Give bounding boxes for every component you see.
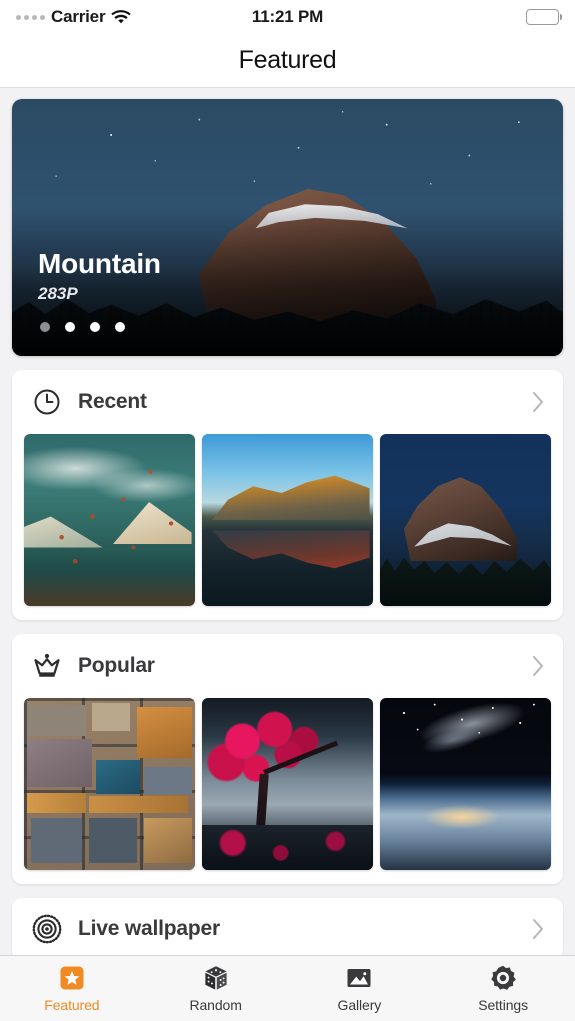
- gear-icon: [491, 965, 517, 990]
- tab-bar: Featured Random Gallery Settings: [0, 955, 575, 1021]
- tab-gallery[interactable]: Gallery: [288, 956, 432, 1021]
- navigation-bar: Featured: [0, 34, 575, 88]
- clock-icon: [34, 389, 60, 415]
- page-dot-4[interactable]: [115, 322, 125, 332]
- thumbnail-crimson-tree[interactable]: [202, 698, 373, 870]
- content-scroll-area[interactable]: Mountain 283P Recent Popular Live wallpa…: [0, 88, 575, 955]
- status-bar-right: [526, 9, 562, 25]
- page-dot-1[interactable]: [40, 322, 50, 332]
- thumbnail-row-recent: [12, 434, 563, 620]
- section-card-live-wallpaper: Live wallpaper: [12, 898, 563, 955]
- chevron-right-icon[interactable]: [531, 390, 545, 414]
- dice-icon: [205, 966, 227, 990]
- hero-gradient-scrim: [12, 99, 563, 356]
- star-badge-icon: [60, 966, 84, 990]
- tab-label-gallery: Gallery: [337, 997, 382, 1013]
- thumbnail-earth-from-space[interactable]: [380, 698, 551, 870]
- section-title-popular: Popular: [78, 654, 155, 677]
- crown-icon: [34, 653, 60, 677]
- tab-label-featured: Featured: [44, 997, 100, 1013]
- page-dot-3[interactable]: [90, 322, 100, 332]
- hero-title: Mountain: [38, 248, 161, 280]
- chevron-right-icon[interactable]: [531, 917, 545, 941]
- section-header-live-wallpaper[interactable]: Live wallpaper: [12, 898, 563, 955]
- thumbnail-row-popular: [12, 698, 563, 884]
- photo-icon: [347, 969, 371, 987]
- thumbnail-lake-reflection-sunrise[interactable]: [202, 434, 373, 606]
- section-header-recent[interactable]: Recent: [12, 370, 563, 434]
- page-dot-2[interactable]: [65, 322, 75, 332]
- section-title-recent: Recent: [78, 390, 147, 413]
- hero-text-block: Mountain 283P: [38, 248, 161, 304]
- page-title: Featured: [238, 46, 337, 74]
- section-card-recent: Recent: [12, 370, 563, 620]
- section-header-popular[interactable]: Popular: [12, 634, 563, 698]
- tab-settings[interactable]: Settings: [431, 956, 575, 1021]
- tab-featured[interactable]: Featured: [0, 956, 144, 1021]
- section-title-live-wallpaper: Live wallpaper: [78, 917, 220, 940]
- featured-hero-card[interactable]: Mountain 283P: [12, 99, 563, 356]
- tab-random[interactable]: Random: [144, 956, 288, 1021]
- section-card-popular: Popular: [12, 634, 563, 884]
- thumbnail-half-dome-dark[interactable]: [380, 434, 551, 606]
- radial-ripple-icon: [32, 914, 62, 944]
- status-bar-clock: 11:21 PM: [251, 7, 324, 26]
- battery-full-icon: [526, 9, 562, 25]
- tab-label-random: Random: [189, 997, 242, 1013]
- thumbnail-painted-teal-mountains[interactable]: [24, 434, 195, 606]
- thumbnail-colored-stone-wall[interactable]: [24, 698, 195, 870]
- hero-subtitle: 283P: [38, 284, 78, 303]
- tab-label-settings: Settings: [478, 997, 529, 1013]
- status-bar: Carrier 11:21 PM: [0, 0, 575, 34]
- hero-page-indicator[interactable]: [40, 322, 125, 332]
- chevron-right-icon[interactable]: [531, 654, 545, 678]
- app-screen: Carrier 11:21 PM Featured Mountain 283P …: [0, 0, 575, 1021]
